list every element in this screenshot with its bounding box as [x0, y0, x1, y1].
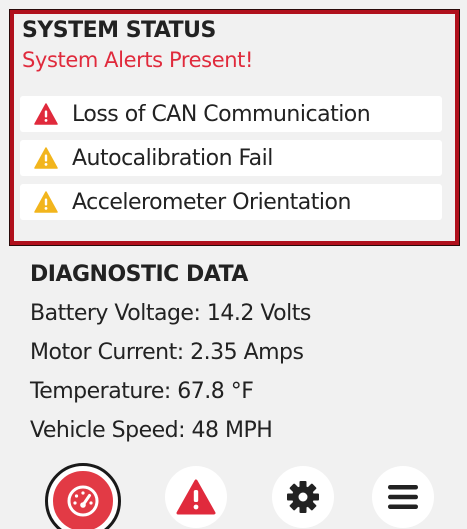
- alert-label: Loss of CAN Communication: [72, 101, 371, 127]
- warning-red-icon: [34, 103, 58, 125]
- nav-menu-button[interactable]: [372, 466, 434, 528]
- alert-row-autocalibration[interactable]: Autocalibration Fail: [20, 140, 442, 176]
- temperature-readout: Temperature: 67.8 °F: [30, 379, 254, 404]
- motor-current-readout: Motor Current: 2.35 Amps: [30, 340, 304, 365]
- alert-label: Autocalibration Fail: [72, 145, 273, 171]
- system-alerts-subtitle: System Alerts Present!: [22, 48, 253, 72]
- vehicle-speed-readout: Vehicle Speed: 48 MPH: [30, 418, 273, 443]
- nav-dashboard-button[interactable]: [45, 463, 121, 529]
- nav-alerts-button[interactable]: [165, 466, 227, 528]
- warning-yellow-icon: [34, 191, 58, 213]
- alert-row-can-communication[interactable]: Loss of CAN Communication: [20, 96, 442, 132]
- battery-voltage-readout: Battery Voltage: 14.2 Volts: [30, 301, 311, 326]
- gear-icon: [285, 479, 321, 515]
- app-screen: SYSTEM STATUS System Alerts Present! Los…: [0, 0, 467, 529]
- alert-label: Accelerometer Orientation: [72, 189, 351, 215]
- nav-settings-button[interactable]: [272, 466, 334, 528]
- diagnostic-data-title: DIAGNOSTIC DATA: [30, 262, 248, 287]
- alert-row-accelerometer[interactable]: Accelerometer Orientation: [20, 184, 442, 220]
- warning-yellow-icon: [34, 147, 58, 169]
- hamburger-menu-icon: [386, 482, 420, 512]
- alert-triangle-icon: [176, 479, 216, 515]
- dashboard-gauge-icon: [66, 484, 100, 518]
- bottom-nav: [0, 458, 467, 529]
- system-status-title: SYSTEM STATUS: [22, 18, 216, 43]
